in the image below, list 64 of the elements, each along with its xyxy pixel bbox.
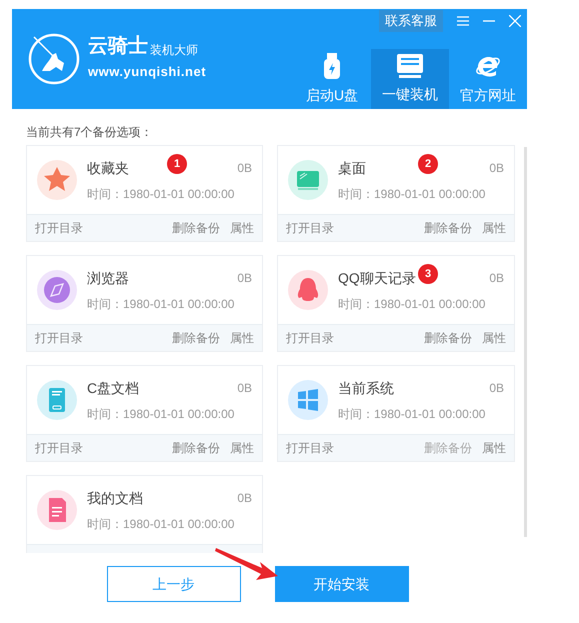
card-action-link[interactable]: 删除备份 — [424, 219, 472, 237]
backup-name: 当前系统 — [338, 378, 394, 398]
backup-name: C盘文档 — [87, 378, 140, 398]
backup-size: 0B — [237, 160, 252, 177]
backup-name: 浏览器 — [87, 268, 129, 288]
card-action-link[interactable]: 属性 — [482, 439, 506, 457]
minimize-icon[interactable] — [483, 20, 495, 22]
backup-time: 时间：1980-01-01 00:00:00 — [87, 516, 236, 532]
logo-title: 云骑士 — [88, 36, 148, 56]
backup-summary: 当前共有7个备份选项： — [26, 124, 154, 139]
card-action-link[interactable]: 打开目录 — [286, 219, 334, 237]
nav-tab[interactable]: 官方网址 — [449, 49, 527, 109]
card-action-link[interactable]: 删除备份 — [424, 329, 472, 347]
backup-size: 0B — [237, 270, 252, 287]
start-install-button[interactable]: 开始安装 — [274, 566, 408, 602]
card-action-link[interactable]: 属性 — [482, 329, 506, 347]
number-badge: 3 — [418, 264, 438, 284]
backup-time: 时间：1980-01-01 00:00:00 — [338, 406, 486, 422]
number-badge: 2 — [418, 154, 438, 174]
close-icon[interactable] — [509, 15, 521, 27]
backup-time: 时间：1980-01-01 00:00:00 — [87, 406, 236, 422]
logo-url: www.yunqishi.net — [88, 63, 206, 82]
support-button[interactable]: 联系客服 — [379, 10, 443, 32]
number-badge: 1 — [167, 154, 187, 174]
penguin-icon — [288, 270, 328, 310]
drive-icon — [37, 380, 77, 420]
card-action-link[interactable]: 打开目录 — [35, 219, 83, 237]
card-action-link[interactable]: 属性 — [482, 219, 506, 237]
backup-name: 收藏夹 — [87, 158, 129, 178]
card-action-link[interactable]: 打开目录 — [286, 439, 334, 457]
backup-time: 时间：1980-01-01 00:00:00 — [87, 296, 236, 312]
screen-icon — [288, 160, 328, 200]
backup-time: 时间：1980-01-01 00:00:00 — [87, 186, 236, 202]
backup-size: 0B — [489, 160, 504, 177]
card-action-link[interactable]: 打开目录 — [35, 329, 83, 347]
card-action-link[interactable]: 属性 — [230, 439, 254, 457]
windows-icon — [288, 380, 328, 420]
usb-drive-icon — [323, 52, 341, 78]
card-action-link[interactable]: 打开目录 — [35, 439, 83, 457]
card-action-link[interactable]: 删除备份 — [172, 439, 220, 457]
card-action-link[interactable]: 属性 — [230, 329, 254, 347]
logo-subtitle: 装机大师 — [150, 44, 198, 56]
card-action-link[interactable]: 删除备份 — [172, 219, 220, 237]
card-action-link[interactable]: 删除备份 — [172, 329, 220, 347]
backup-time: 时间：1980-01-01 00:00:00 — [338, 186, 486, 202]
menu-icon[interactable] — [457, 16, 469, 26]
document-icon — [37, 490, 77, 530]
knight-logo-icon — [28, 33, 80, 85]
backup-size: 0B — [489, 380, 504, 397]
backup-size: 0B — [237, 490, 252, 507]
nav-tab[interactable]: 一键装机 — [371, 49, 449, 109]
nav-tab[interactable]: 启动U盘 — [293, 49, 371, 109]
compass-icon — [37, 270, 77, 310]
backup-name: 我的文档 — [87, 488, 143, 508]
backup-time: 时间：1980-01-01 00:00:00 — [338, 296, 486, 312]
backup-size: 0B — [489, 270, 504, 287]
previous-step-button[interactable]: 上一步 — [106, 566, 240, 602]
card-action-link[interactable]: 打开目录 — [286, 329, 334, 347]
card-action-link[interactable]: 属性 — [230, 219, 254, 237]
backup-name: 桌面 — [338, 158, 366, 178]
backup-name: QQ聊天记录 — [338, 268, 416, 288]
monitor-icon — [397, 54, 423, 78]
pointer-arrow-icon — [214, 546, 280, 582]
backup-size: 0B — [237, 380, 252, 397]
